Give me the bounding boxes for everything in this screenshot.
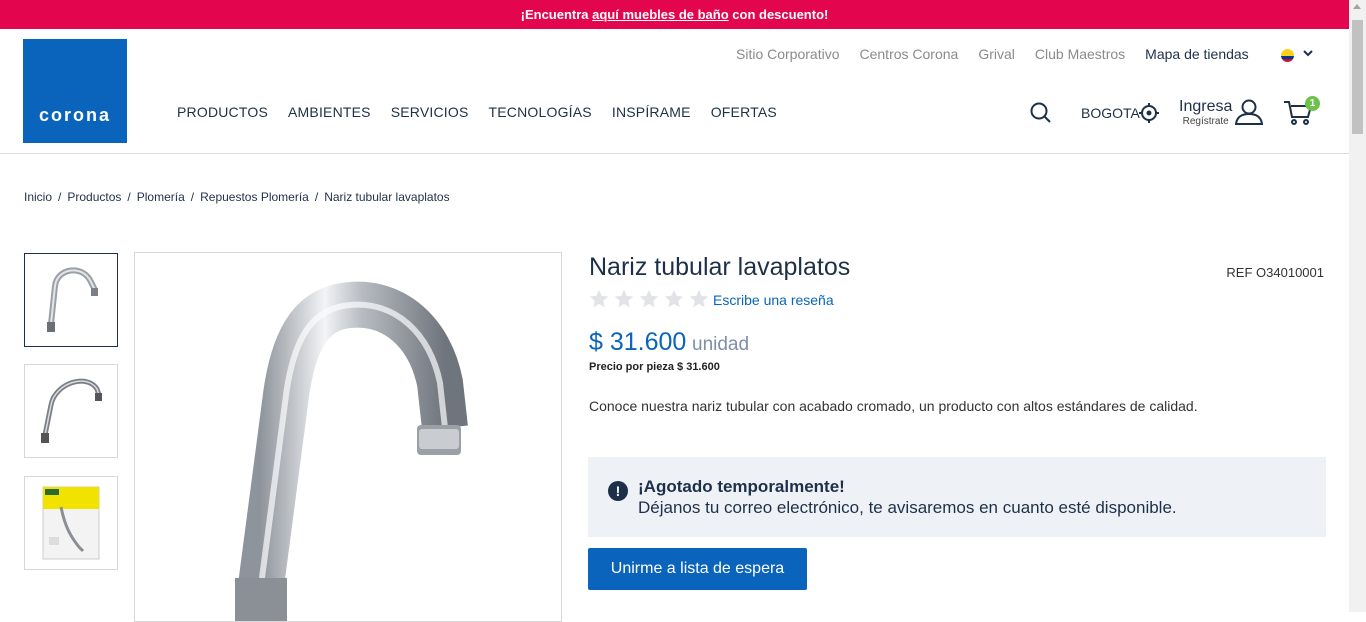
- nav-productos[interactable]: PRODUCTOS: [177, 104, 268, 120]
- exclamation-icon: !: [608, 481, 628, 501]
- breadcrumb-plomeria[interactable]: Plomería: [137, 190, 185, 204]
- nav-servicios[interactable]: SERVICIOS: [391, 104, 469, 120]
- star-icon: [689, 289, 709, 308]
- out-of-stock-alert: ! ¡Agotado temporalmente! Déjanos tu cor…: [588, 457, 1326, 537]
- promo-prefix: ¡Encuentra: [520, 7, 593, 22]
- cart-count-badge: 1: [1305, 96, 1320, 111]
- promo-link[interactable]: aquí muebles de baño: [592, 7, 729, 22]
- chevron-down-icon[interactable]: [1303, 46, 1313, 60]
- breadcrumb-repuestos[interactable]: Repuestos Plomería: [200, 190, 309, 204]
- site-header: corona Sitio Corporativo Centros Corona …: [0, 29, 1349, 154]
- product-ref: REF O34010001: [1226, 265, 1324, 280]
- nav-ofertas[interactable]: OFERTAS: [711, 104, 777, 120]
- location-target-icon[interactable]: [1138, 102, 1160, 129]
- login-link[interactable]: Ingresa Regístrate: [1179, 98, 1232, 128]
- nav-ambientes[interactable]: AMBIENTES: [288, 104, 371, 120]
- link-centros-corona[interactable]: Centros Corona: [860, 46, 959, 62]
- register-label: Regístrate: [1182, 116, 1229, 127]
- main-nav: PRODUCTOS AMBIENTES SERVICIOS TECNOLOGÍA…: [177, 104, 777, 120]
- write-review-link[interactable]: Escribe una reseña: [713, 292, 834, 308]
- breadcrumb-productos[interactable]: Productos: [67, 190, 121, 204]
- user-icon[interactable]: [1234, 99, 1264, 130]
- page-scrollbar[interactable]: [1349, 0, 1366, 612]
- city-selector[interactable]: BOGOTA: [1081, 105, 1140, 121]
- corona-logo[interactable]: corona: [23, 39, 127, 143]
- star-icon: [639, 289, 659, 308]
- search-icon[interactable]: [1030, 102, 1052, 129]
- star-icon: [664, 289, 684, 308]
- breadcrumb-inicio[interactable]: Inicio: [24, 190, 52, 204]
- join-waitlist-button[interactable]: Unirme a lista de espera: [588, 548, 807, 590]
- thumbnail-1[interactable]: [24, 253, 118, 347]
- colombia-flag-icon[interactable]: [1281, 49, 1294, 62]
- login-label: Ingresa: [1179, 98, 1233, 115]
- thumbnail-3[interactable]: [24, 476, 118, 570]
- rating-stars: [588, 288, 710, 310]
- price-per-piece: Precio por pieza $ 31.600: [589, 361, 720, 373]
- promo-suffix: con descuento!: [728, 7, 829, 22]
- link-mapa-tiendas[interactable]: Mapa de tiendas: [1145, 46, 1249, 62]
- promo-banner: ¡Encuentra aquí muebles de baño con desc…: [0, 0, 1349, 29]
- breadcrumb: Inicio / Productos / Plomería / Repuestos P…: [24, 190, 450, 204]
- link-sitio-corporativo[interactable]: Sitio Corporativo: [736, 46, 840, 62]
- nav-tecnologias[interactable]: TECNOLOGÍAS: [489, 104, 592, 120]
- star-icon: [589, 289, 609, 308]
- product-price: $ 31.600: [589, 328, 687, 356]
- nav-inspirame[interactable]: INSPÍRAME: [612, 104, 691, 120]
- product-main-image[interactable]: [134, 252, 562, 622]
- scrollbar-thumb[interactable]: [1352, 20, 1363, 134]
- scroll-up-arrow[interactable]: [1353, 4, 1361, 9]
- breadcrumb-current: Nariz tubular lavaplatos: [324, 190, 450, 204]
- price-unit: unidad: [692, 334, 750, 355]
- link-club-maestros[interactable]: Club Maestros: [1035, 46, 1125, 62]
- thumbnail-2[interactable]: [24, 364, 118, 458]
- alert-message: Déjanos tu correo electrónico, te avisar…: [638, 498, 1177, 517]
- star-icon: [614, 289, 634, 308]
- product-description: Conoce nuestra nariz tubular con acabado…: [589, 398, 1198, 414]
- alert-title: ¡Agotado temporalmente!: [638, 477, 845, 496]
- product-title: Nariz tubular lavaplatos: [589, 253, 851, 281]
- logo-text: corona: [38, 105, 111, 125]
- link-grival[interactable]: Grival: [978, 46, 1015, 62]
- top-links: Sitio Corporativo Centros Corona Grival …: [736, 46, 1249, 62]
